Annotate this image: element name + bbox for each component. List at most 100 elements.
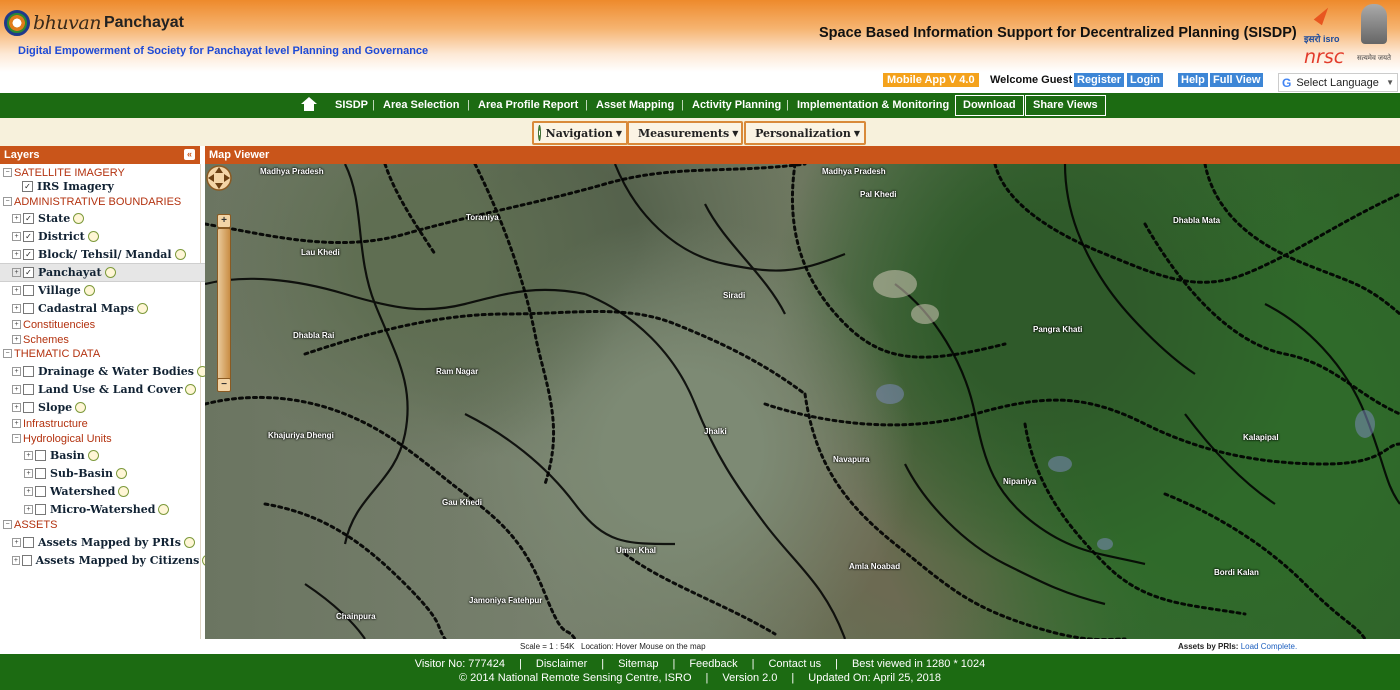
layer-info-icon[interactable] <box>174 249 186 260</box>
layer-info-icon[interactable] <box>83 285 95 296</box>
layer-info-icon[interactable] <box>87 231 99 242</box>
contact-link[interactable]: Contact us <box>768 658 821 670</box>
help-link[interactable]: Help <box>1178 73 1208 87</box>
nav-area-profile-report[interactable]: Area Profile Report <box>478 99 578 111</box>
layer-group-assets[interactable]: − ASSETS <box>0 516 203 533</box>
login-link[interactable]: Login <box>1127 73 1163 87</box>
full-view-link[interactable]: Full View <box>1210 73 1264 87</box>
nav-sisdp[interactable]: SISDP <box>335 99 368 111</box>
language-select[interactable]: G Select Language ▼ <box>1278 73 1398 92</box>
pan-control-icon[interactable] <box>205 164 233 192</box>
share-views-button[interactable]: Share Views <box>1025 95 1106 116</box>
layer-checkbox[interactable] <box>23 537 34 548</box>
disclaimer-link[interactable]: Disclaimer <box>536 658 587 670</box>
collapse-icon[interactable]: − <box>3 520 12 529</box>
layer-land-use-land-cover[interactable]: + Land Use & Land Cover <box>0 381 212 398</box>
nav-activity-planning[interactable]: Activity Planning <box>692 99 781 111</box>
expand-icon[interactable]: + <box>12 385 21 394</box>
expand-icon[interactable]: + <box>12 419 21 428</box>
layer-hydrological-units[interactable]: − Hydrological Units <box>0 430 212 447</box>
expand-icon[interactable]: + <box>12 214 21 223</box>
layer-group-thematic[interactable]: − THEMATIC DATA <box>0 345 203 362</box>
feedback-link[interactable]: Feedback <box>689 658 737 670</box>
layer-checkbox[interactable]: ✓ <box>23 213 34 224</box>
collapse-icon[interactable]: − <box>3 168 12 177</box>
zoom-slider-track[interactable] <box>217 228 231 380</box>
layer-sub-basin[interactable]: + Sub-Basin <box>0 465 224 482</box>
zoom-out-button[interactable]: − <box>217 378 231 392</box>
navigation-menu-button[interactable]: Navigation ▼ <box>532 121 628 145</box>
layer-drainage-water-bodies[interactable]: + Drainage & Water Bodies <box>0 363 212 380</box>
layer-info-icon[interactable] <box>118 486 130 497</box>
mobile-app-link[interactable]: Mobile App V 4.0 <box>883 73 979 87</box>
layer-checkbox[interactable]: ✓ <box>23 231 34 242</box>
expand-icon[interactable]: + <box>12 268 21 277</box>
expand-icon[interactable]: + <box>12 304 21 313</box>
expand-icon[interactable]: + <box>12 286 21 295</box>
layer-checkbox[interactable] <box>35 450 46 461</box>
layer-info-icon[interactable] <box>87 450 99 461</box>
expand-icon[interactable]: + <box>12 403 21 412</box>
expand-icon[interactable]: + <box>12 367 21 376</box>
layer-cadastral-maps[interactable]: + Cadastral Maps <box>0 300 212 317</box>
collapse-panel-icon[interactable]: « <box>184 149 195 160</box>
expand-icon[interactable]: + <box>24 487 33 496</box>
layer-district[interactable]: + ✓ District <box>0 228 212 245</box>
layer-assets-citizens[interactable]: + Assets Mapped by Citizens <box>0 552 212 569</box>
layer-info-icon[interactable] <box>75 402 87 413</box>
collapse-icon[interactable]: − <box>3 349 12 358</box>
layer-watershed[interactable]: + Watershed <box>0 483 224 500</box>
layer-checkbox[interactable] <box>35 486 46 497</box>
layer-checkbox[interactable]: ✓ <box>23 267 34 278</box>
nav-implementation-monitoring[interactable]: Implementation & Monitoring <box>797 99 949 111</box>
layer-info-icon[interactable] <box>104 267 116 278</box>
layer-group-admin[interactable]: − ADMINISTRATIVE BOUNDARIES <box>0 193 203 210</box>
nav-area-selection[interactable]: Area Selection <box>383 99 459 111</box>
layer-info-icon[interactable] <box>73 213 85 224</box>
layer-slope[interactable]: + Slope <box>0 399 212 416</box>
collapse-icon[interactable]: − <box>3 197 12 206</box>
collapse-icon[interactable]: − <box>12 434 21 443</box>
layer-village[interactable]: + Village <box>0 282 212 299</box>
nav-asset-mapping[interactable]: Asset Mapping <box>596 99 674 111</box>
layer-info-icon[interactable] <box>137 303 149 314</box>
measurements-menu-button[interactable]: Measurements ▼ <box>627 121 743 145</box>
download-button[interactable]: Download <box>955 95 1024 116</box>
layer-checkbox[interactable] <box>35 468 46 479</box>
layer-basin[interactable]: + Basin <box>0 447 224 464</box>
expand-icon[interactable]: + <box>12 556 20 565</box>
layer-checkbox[interactable] <box>23 384 34 395</box>
expand-icon[interactable]: + <box>24 505 33 514</box>
home-icon[interactable] <box>300 96 318 114</box>
register-link[interactable]: Register <box>1074 73 1125 87</box>
layer-checkbox[interactable] <box>35 504 46 515</box>
layer-checkbox[interactable]: ✓ <box>23 249 34 260</box>
sitemap-link[interactable]: Sitemap <box>618 658 658 670</box>
expand-icon[interactable]: + <box>12 335 21 344</box>
expand-icon[interactable]: + <box>24 469 33 478</box>
layer-info-icon[interactable] <box>183 537 195 548</box>
layer-block-tehsil-mandal[interactable]: + ✓ Block/ Tehsil/ Mandal <box>0 246 212 263</box>
zoom-in-button[interactable]: + <box>217 214 231 228</box>
layer-checkbox[interactable] <box>23 366 34 377</box>
layer-checkbox[interactable] <box>23 285 34 296</box>
layer-info-icon[interactable] <box>185 384 197 395</box>
expand-icon[interactable]: + <box>12 320 21 329</box>
layer-checkbox[interactable] <box>23 402 34 413</box>
personalization-menu-button[interactable]: Personalization ▼ <box>744 121 866 145</box>
layer-assets-pris[interactable]: + Assets Mapped by PRIs <box>0 534 212 551</box>
bhuvan-panchayat-logo[interactable]: bhuvan Panchayat <box>4 10 184 36</box>
expand-icon[interactable]: + <box>12 232 21 241</box>
layer-info-icon[interactable] <box>116 468 127 479</box>
expand-icon[interactable]: + <box>12 250 21 259</box>
expand-icon[interactable]: + <box>24 451 33 460</box>
layer-panchayat[interactable]: + ✓ Panchayat <box>0 263 212 282</box>
layer-checkbox[interactable] <box>21 555 32 566</box>
layer-info-icon[interactable] <box>158 504 170 515</box>
layer-state[interactable]: + ✓ State <box>0 210 212 227</box>
expand-icon[interactable]: + <box>12 538 21 547</box>
place-label: Nipaniya <box>1003 477 1037 486</box>
layer-checkbox[interactable] <box>23 303 34 314</box>
layer-checkbox[interactable]: ✓ <box>22 181 33 192</box>
map-canvas[interactable]: Madhya Pradesh Madhya Pradesh Pal Khedi … <box>205 164 1400 639</box>
